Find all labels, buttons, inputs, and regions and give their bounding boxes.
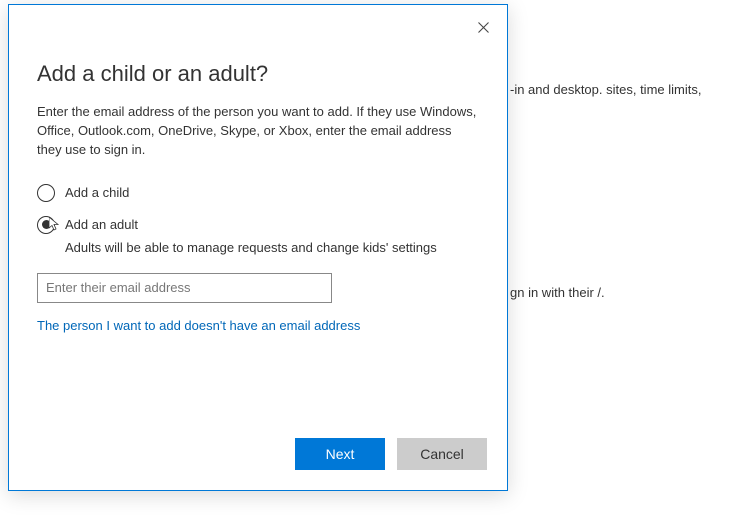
close-button[interactable] <box>469 13 497 41</box>
next-button[interactable]: Next <box>295 438 385 470</box>
background-text-1: -in and desktop. sites, time limits, <box>510 82 720 99</box>
person-type-radio-group: Add a child Add an adult Adults will be … <box>37 184 479 255</box>
cancel-button[interactable]: Cancel <box>397 438 487 470</box>
adult-hint-text: Adults will be able to manage requests a… <box>65 240 479 255</box>
email-input[interactable] <box>37 273 332 303</box>
no-email-link[interactable]: The person I want to add doesn't have an… <box>37 318 360 333</box>
radio-icon <box>37 216 55 234</box>
radio-icon <box>37 184 55 202</box>
add-person-dialog: Add a child or an adult? Enter the email… <box>8 4 508 491</box>
radio-add-child[interactable]: Add a child <box>37 184 479 202</box>
radio-add-adult[interactable]: Add an adult <box>37 216 479 234</box>
dialog-description: Enter the email address of the person yo… <box>37 103 479 160</box>
dialog-title: Add a child or an adult? <box>37 61 479 87</box>
dialog-footer: Next Cancel <box>295 438 487 470</box>
close-icon <box>478 22 489 33</box>
background-text-2: gn in with their /. <box>510 285 730 302</box>
radio-child-label: Add a child <box>65 185 129 200</box>
radio-adult-label: Add an adult <box>65 217 138 232</box>
